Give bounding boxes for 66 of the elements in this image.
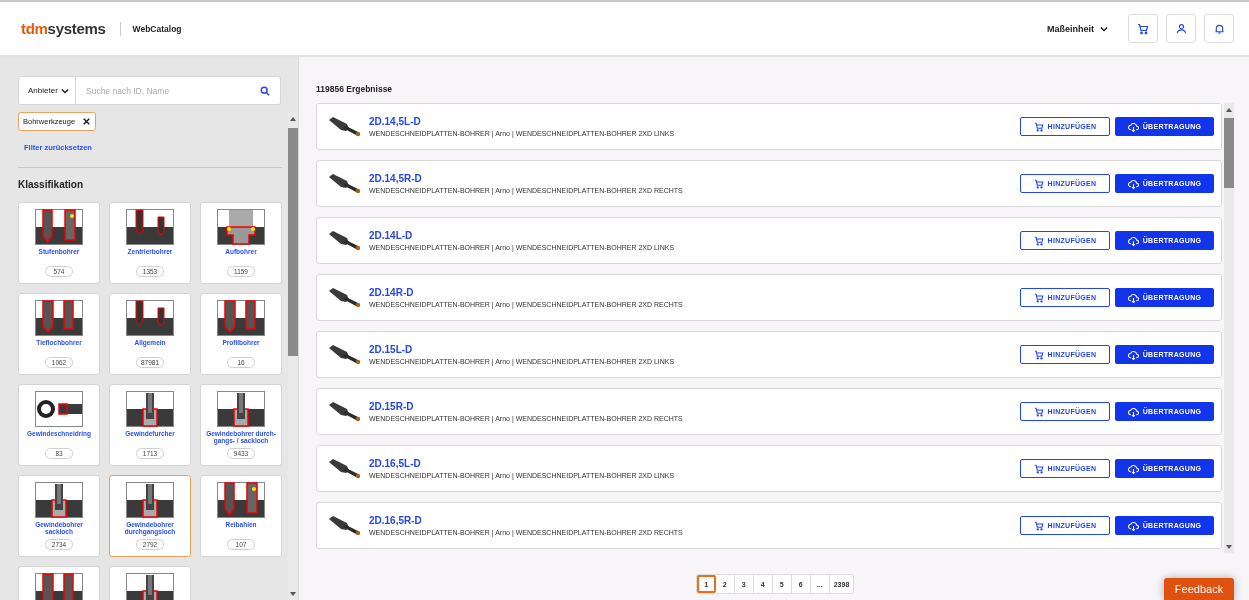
product-link[interactable]: 2D.14,5L-D [369,116,1020,127]
user-button[interactable] [1166,14,1196,43]
bell-icon [1213,22,1225,35]
cloud-upload-icon [1127,520,1139,531]
drill-drawing [35,391,83,427]
cart-icon [1033,520,1044,531]
search-field[interactable]: Suche nach ID, Name [76,76,281,105]
drill-drawing [35,482,83,518]
cloud-upload-icon [1127,178,1139,189]
section-title: Klassifikation [18,179,85,190]
app-name: WebCatalog [132,23,182,34]
drill-icon [327,172,363,195]
drill-icon [327,286,363,309]
drill-drawing [217,300,265,336]
product-link[interactable]: 2D.14,5R-D [369,173,1020,184]
drill-drawing [126,573,174,600]
cart-icon [1033,178,1044,189]
product-link[interactable]: 2D.15R-D [369,401,1020,412]
product-link[interactable]: 2D.15L-D [369,344,1020,355]
cart-icon [1033,292,1044,303]
drill-drawing [217,482,265,518]
close-icon[interactable] [83,118,91,125]
drill-drawing [217,391,265,427]
logo[interactable]: tdmsystems [21,20,106,37]
notification-button[interactable] [1204,14,1234,43]
drill-icon [327,343,363,366]
cart-icon [1033,406,1044,417]
search-input[interactable]: Suche nach ID, Name [84,84,260,97]
scrollbar[interactable] [1224,103,1234,553]
drill-icon [327,514,363,537]
drill-icon [327,229,363,252]
cart-icon [1033,463,1044,474]
user-icon [1175,23,1187,34]
cart-icon [1033,349,1044,360]
cart-button[interactable] [1128,14,1158,43]
product-link[interactable]: 2D.16,5L-D [369,458,1020,469]
feedback-button[interactable]: Feedback [1164,578,1234,600]
chevron-down-icon [60,87,69,94]
results-count: 119856 Ergebnisse [316,84,394,94]
drill-drawing [217,209,265,245]
drill-icon [327,115,363,138]
drill-icon [327,400,363,423]
chevron-down-icon [1100,25,1108,32]
drill-drawing [126,482,174,518]
cloud-upload-icon [1127,406,1139,417]
search-icon[interactable] [260,85,270,96]
drill-drawing [35,300,83,336]
product-link[interactable]: 2D.16,5R-D [369,515,1020,526]
cart-icon [1137,22,1149,35]
provider-dropdown[interactable]: Anbieter [18,76,76,105]
cart-icon [1033,235,1044,246]
cloud-upload-icon [1127,121,1139,132]
drill-drawing [126,209,174,245]
cloud-upload-icon [1127,463,1139,474]
cloud-upload-icon [1127,292,1139,303]
drill-drawing [35,209,83,245]
cart-icon [1033,121,1044,132]
drill-drawing [35,573,83,600]
product-link[interactable]: 2D.14L-D [369,230,1020,241]
cloud-upload-icon [1127,349,1139,360]
drill-drawing [126,391,174,427]
drill-drawing [126,300,174,336]
drill-icon [327,457,363,480]
cloud-upload-icon [1127,235,1139,246]
unit-dropdown[interactable]: Maßeinheit [1047,23,1108,34]
product-link[interactable]: 2D.14R-D [369,287,1020,298]
